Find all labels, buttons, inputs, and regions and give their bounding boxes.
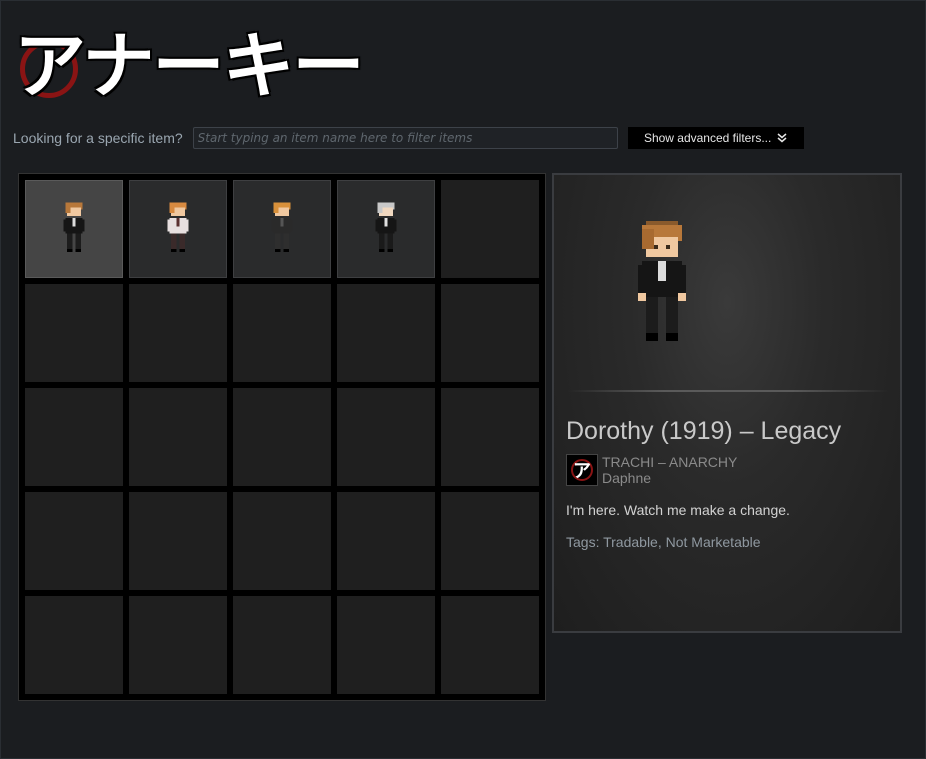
inventory-slot [129, 284, 227, 382]
double-chevron-down-icon [777, 133, 787, 143]
inventory-slot [25, 596, 123, 694]
inventory-slot [129, 596, 227, 694]
inventory-slot [337, 492, 435, 590]
inventory-slot [129, 492, 227, 590]
inventory-slot [25, 492, 123, 590]
show-advanced-filters-button[interactable]: Show advanced filters... [627, 127, 804, 149]
inventory-slot [441, 284, 539, 382]
filter-row: Looking for a specific item? Show advanc… [13, 126, 804, 150]
inventory-slot[interactable] [25, 180, 123, 278]
item-sprite-girl-striped-shirt [166, 200, 190, 259]
inventory-slot [337, 596, 435, 694]
inventory-slot [337, 388, 435, 486]
inventory-slot [337, 284, 435, 382]
logo-text: アナーキー [14, 24, 365, 108]
item-sprite-boy-dark-outfit [270, 200, 294, 259]
item-large-image [638, 221, 686, 341]
inventory-slot [25, 284, 123, 382]
advanced-filters-label: Show advanced filters... [643, 131, 772, 145]
game-icon: ア [566, 454, 598, 486]
inventory-slot[interactable] [233, 180, 331, 278]
inventory-slot [233, 492, 331, 590]
inventory-grid [18, 173, 546, 701]
item-tags: Tags: Tradable, Not Marketable [566, 534, 761, 550]
inventory-slot [441, 388, 539, 486]
item-name: Dorothy (1919) – Legacy [566, 417, 842, 445]
item-detail-panel: Dorothy (1919) – Legacy ア TRACHI – ANARC… [552, 173, 902, 633]
inventory-slot [25, 388, 123, 486]
inventory-slot [441, 492, 539, 590]
inventory-slot [233, 284, 331, 382]
item-description: I'm here. Watch me make a change. [566, 502, 790, 518]
inventory-slot [233, 596, 331, 694]
inventory-slot [233, 388, 331, 486]
inventory-slot [129, 388, 227, 486]
inventory-slot[interactable] [337, 180, 435, 278]
item-filter-input[interactable] [192, 127, 618, 149]
item-game-name: TRACHI – ANARCHY [602, 454, 738, 470]
detail-divider [568, 390, 888, 392]
item-sprite-dorothy-black-suit [62, 200, 86, 259]
item-type: Daphne [602, 470, 652, 486]
filter-label: Looking for a specific item? [13, 130, 183, 146]
item-sprite-silver-hair-black-suit [374, 200, 398, 259]
inventory-slot[interactable] [129, 180, 227, 278]
inventory-slot [441, 596, 539, 694]
inventory-slot [441, 180, 539, 278]
